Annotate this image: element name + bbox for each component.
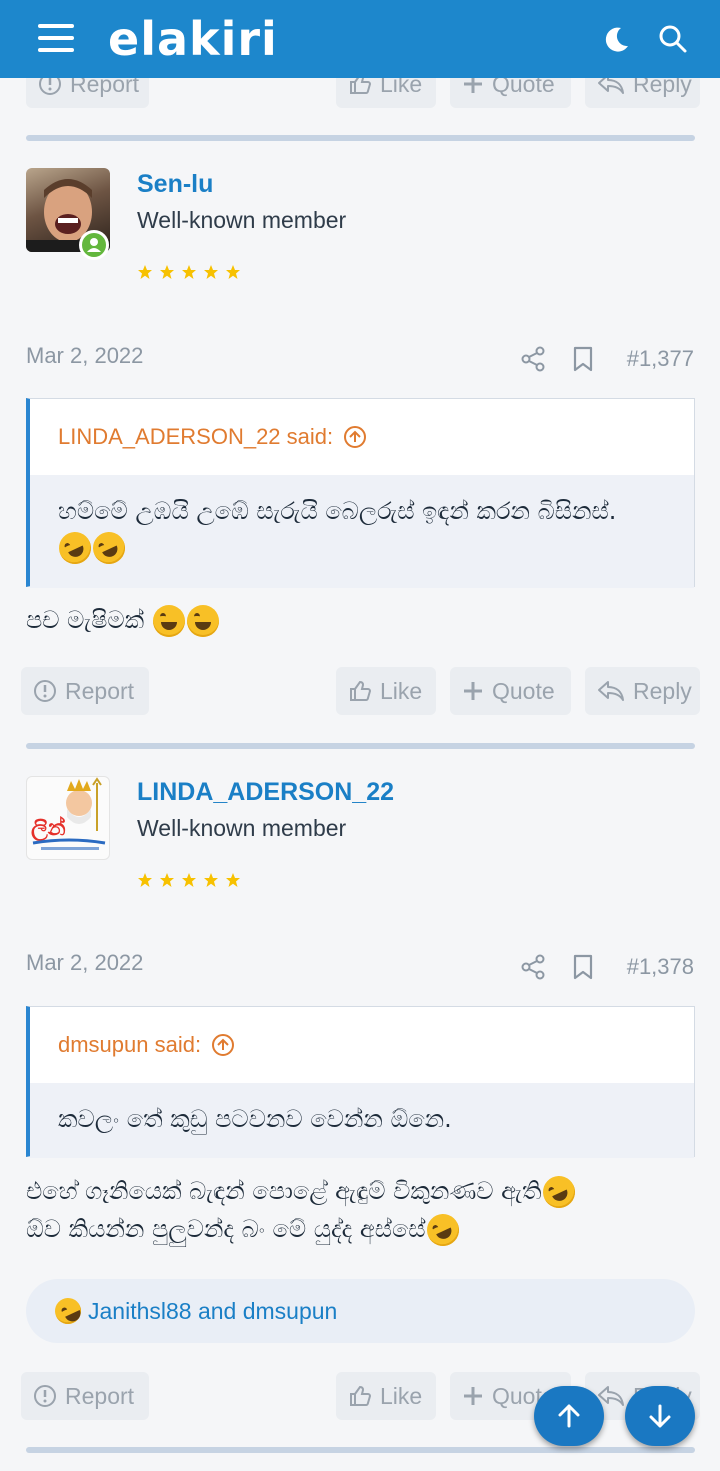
- quote-text: හම්මේ උඹයි උඹේ සැරුයි බෙලරුස් ඉඳන් කරන බ…: [58, 497, 617, 525]
- rofl-emoji-icon: [537, 1170, 580, 1214]
- share-icon[interactable]: [521, 346, 545, 377]
- like-button[interactable]: Like: [336, 1372, 436, 1420]
- bookmark-icon[interactable]: [573, 346, 593, 377]
- quote-text: කවලං තේ කුඩු පටවනව වෙන්න ඕනෙ.: [58, 1105, 452, 1133]
- user-rating-stars: [137, 264, 241, 280]
- quote-block: dmsupun said: කවලං තේ කුඩු පටවනව වෙන්න ඕ…: [26, 1006, 695, 1158]
- message-text: පච මැෂිමක්: [26, 606, 145, 634]
- scroll-bottom-button[interactable]: [625, 1386, 695, 1446]
- thumbs-up-icon: [350, 1385, 372, 1406]
- avatar[interactable]: ලින්: [26, 776, 110, 860]
- report-label: Report: [65, 677, 135, 704]
- top-bar: elakiri: [0, 0, 720, 78]
- menu-icon[interactable]: [38, 24, 74, 56]
- thumbs-up-icon: [350, 680, 372, 701]
- quote-block: LINDA_ADERSON_22 said: හම්මේ උඹයි උඹේ සැ…: [26, 398, 695, 588]
- quote-author[interactable]: dmsupun said:: [58, 1032, 201, 1058]
- svg-text:ලින්: ලින්: [31, 815, 66, 842]
- username-link[interactable]: Sen-lu: [137, 170, 213, 199]
- quote-content: කවලං තේ කුඩු පටවනව වෙන්න ඕනෙ.: [30, 1083, 694, 1158]
- user-rating-stars: [137, 872, 241, 888]
- post-number-link[interactable]: #1,378: [627, 954, 694, 980]
- user-title: Well-known member: [137, 815, 347, 841]
- reply-icon: [598, 681, 624, 701]
- search-icon[interactable]: [658, 24, 688, 59]
- reactions-users[interactable]: Janithsl88 and dmsupun: [88, 1298, 337, 1325]
- post-divider: [26, 135, 695, 141]
- quote-label: Quote: [492, 677, 555, 704]
- reply-button[interactable]: Reply: [585, 667, 700, 715]
- quote-header[interactable]: dmsupun said:: [30, 1007, 694, 1083]
- post-message: එහේ ගෑනියෙක් බැඳන් පොළේ ඇඳුම් විකුනණව ඇත…: [26, 1170, 696, 1252]
- arrow-up-icon: [558, 1404, 580, 1428]
- post-number-link[interactable]: #1,377: [627, 346, 694, 372]
- report-label: Report: [65, 1382, 135, 1409]
- dark-mode-moon-icon[interactable]: [602, 24, 632, 59]
- share-icon[interactable]: [521, 954, 545, 985]
- post-divider: [26, 1447, 695, 1453]
- bookmark-icon[interactable]: [573, 954, 593, 985]
- user-title: Well-known member: [137, 207, 347, 233]
- arrow-up-circle-icon[interactable]: [211, 1033, 235, 1057]
- quote-author[interactable]: LINDA_ADERSON_22 said:: [58, 424, 333, 450]
- like-label: Like: [380, 1382, 423, 1409]
- like-button[interactable]: Like: [336, 667, 436, 715]
- report-button[interactable]: Report: [21, 667, 149, 715]
- quote-header[interactable]: LINDA_ADERSON_22 said:: [30, 399, 694, 475]
- reply-label: Reply: [633, 677, 692, 704]
- rofl-emoji-icon: [50, 1293, 86, 1329]
- report-icon: [34, 680, 56, 702]
- rofl-emoji-icon: [53, 526, 97, 570]
- plus-icon: [464, 682, 482, 700]
- quote-content: හම්මේ උඹයි උඹේ සැරුයි බෙලරුස් ඉඳන් කරන බ…: [30, 475, 694, 588]
- post-date[interactable]: Mar 2, 2022: [26, 343, 143, 369]
- quote-button[interactable]: Quote: [450, 667, 571, 715]
- message-text: ඕව කියන්න පුලුවන්ද බං මේ යුද්ද අස්සේ: [26, 1215, 426, 1243]
- online-status-icon: [79, 230, 109, 260]
- post-message: පච මැෂිමක්: [26, 601, 696, 639]
- message-text: එහේ ගෑනියෙක් බැඳන් පොළේ ඇඳුම් විකුනණව ඇත…: [26, 1177, 542, 1205]
- post-divider: [26, 743, 695, 749]
- rofl-emoji-icon: [421, 1208, 464, 1252]
- username-link[interactable]: LINDA_ADERSON_22: [137, 778, 394, 807]
- grinning-emoji-icon: [152, 605, 185, 637]
- like-label: Like: [380, 677, 423, 704]
- reactions-bar[interactable]: Janithsl88 and dmsupun: [26, 1279, 695, 1343]
- report-icon: [34, 1385, 56, 1407]
- scroll-top-button[interactable]: [534, 1386, 604, 1446]
- rofl-emoji-icon: [87, 526, 131, 570]
- plus-icon: [464, 1387, 482, 1405]
- grinning-emoji-icon: [186, 605, 219, 637]
- post-date[interactable]: Mar 2, 2022: [26, 950, 143, 976]
- site-logo[interactable]: elakiri: [108, 12, 278, 66]
- arrow-up-circle-icon[interactable]: [343, 425, 367, 449]
- report-button[interactable]: Report: [21, 1372, 149, 1420]
- arrow-down-icon: [649, 1404, 671, 1428]
